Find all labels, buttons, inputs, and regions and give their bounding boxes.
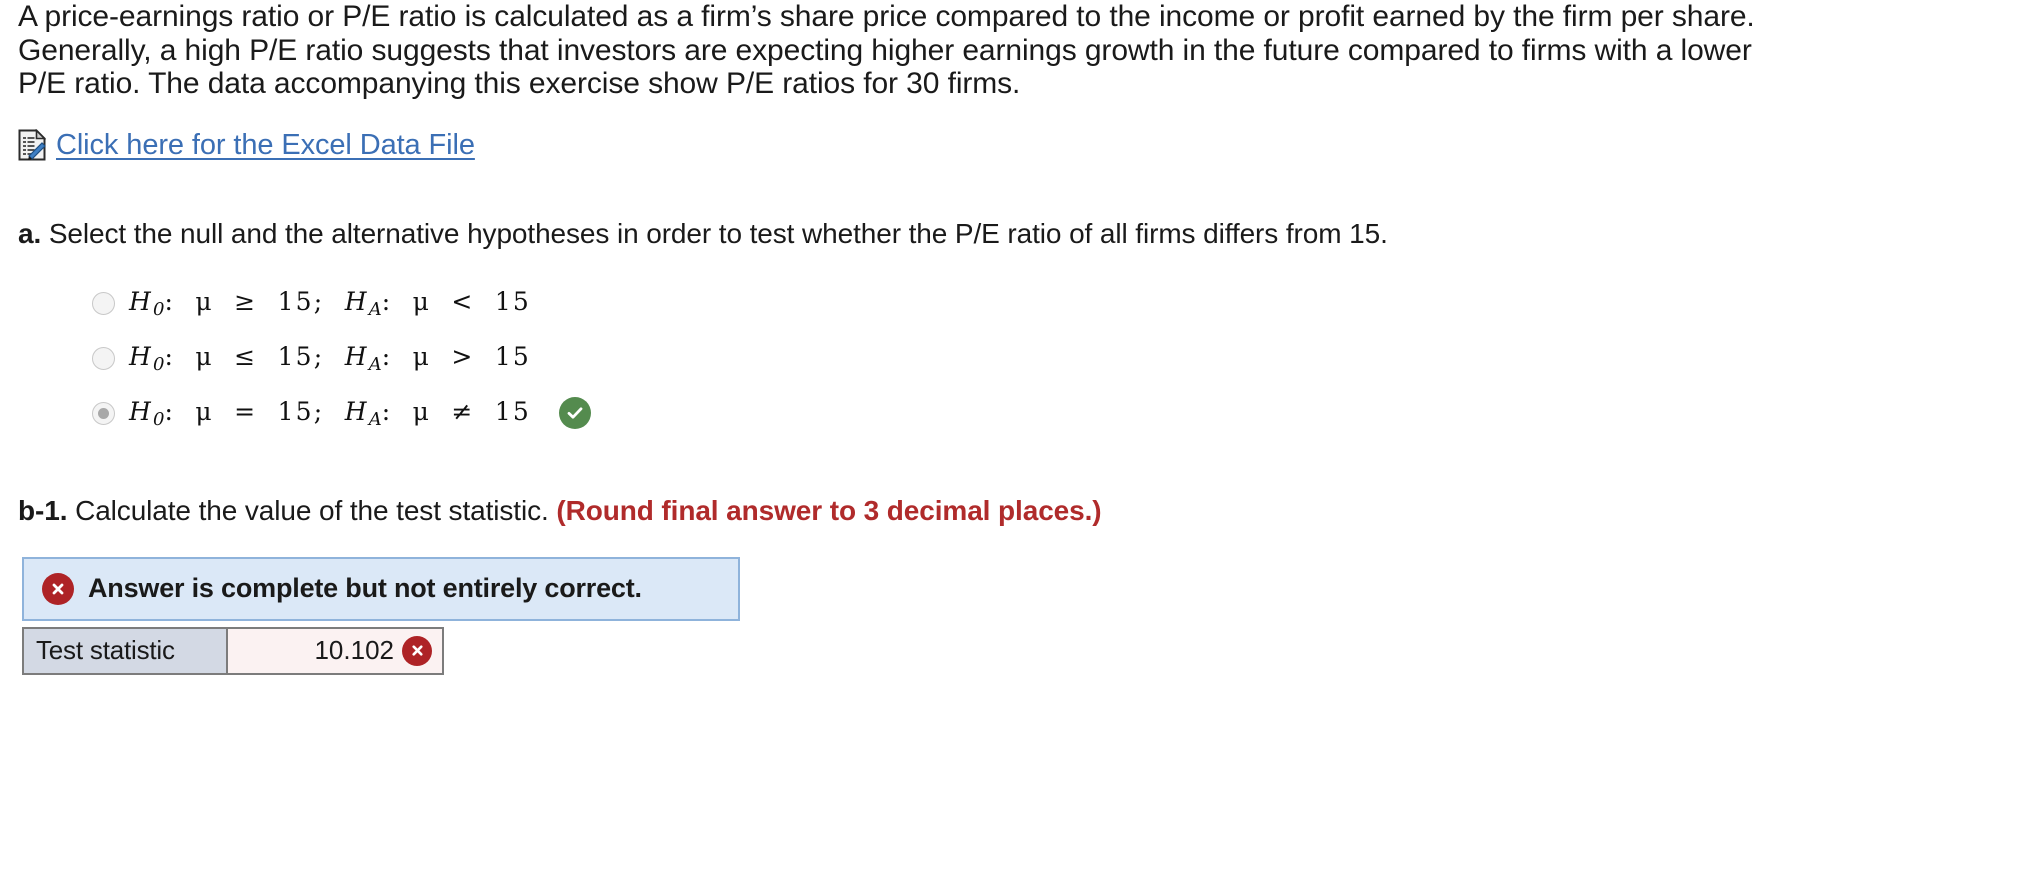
answer-status-text: Answer is complete but not entirely corr…: [88, 573, 642, 604]
hypothesis-option-2[interactable]: H0: μ ≤ 15; HA: μ > 15: [92, 331, 2000, 386]
incorrect-x-icon: [42, 572, 74, 605]
test-statistic-value: 10.102: [314, 635, 394, 666]
hypothesis-text-3: H0: μ = 15; HA: μ ≠ 15: [129, 397, 531, 430]
ha-subscript-2: A: [368, 353, 382, 375]
ha-symbol-2: H: [344, 341, 369, 371]
ha-symbol-1: H: [344, 286, 369, 316]
radio-option-2[interactable]: [92, 346, 115, 370]
correct-check-icon: [559, 397, 592, 430]
excel-data-file-row[interactable]: Click here for the Excel Data File: [18, 129, 2000, 162]
hypothesis-text-2: H0: μ ≤ 15; HA: μ > 15: [129, 342, 531, 375]
answer-status-banner: Answer is complete but not entirely corr…: [22, 556, 740, 621]
h0-symbol-2: H: [129, 341, 154, 371]
incorrect-x-icon: [402, 635, 432, 666]
h0-body-1: : μ ≥ 15;: [164, 286, 345, 316]
test-statistic-value-wrap: 10.102: [229, 630, 432, 672]
h0-symbol-3: H: [129, 396, 154, 426]
h0-subscript-3: 0: [153, 408, 165, 430]
exercise-page: A price-earnings ratio or P/E ratio is c…: [0, 0, 2018, 675]
h0-subscript-2: 0: [153, 353, 165, 375]
hypothesis-option-1[interactable]: H0: μ ≥ 15; HA: μ < 15: [92, 276, 2000, 331]
hypothesis-options-group: H0: μ ≥ 15; HA: μ < 15 H0: μ ≤ 15; HA: μ…: [18, 276, 2000, 441]
radio-option-1[interactable]: [92, 291, 115, 315]
intro-line-3: P/E ratio. The data accompanying this ex…: [18, 67, 1021, 101]
ha-body-3: : μ ≠ 15: [381, 396, 532, 426]
h0-body-2: : μ ≤ 15;: [164, 341, 345, 371]
ha-body-2: : μ > 15: [381, 341, 532, 371]
intro-line-1: A price-earnings ratio or P/E ratio is c…: [18, 0, 1755, 33]
question-a-label: a.: [18, 217, 42, 249]
excel-data-file-link[interactable]: Click here for the Excel Data File: [56, 129, 475, 162]
hypothesis-option-3[interactable]: H0: μ = 15; HA: μ ≠ 15: [92, 386, 2000, 441]
ha-subscript-1: A: [368, 298, 382, 320]
question-a-prompt: Select the null and the alternative hypo…: [48, 217, 1388, 249]
ha-subscript-3: A: [368, 408, 382, 430]
table-row: Test statistic 10.102: [22, 626, 444, 675]
test-statistic-label: Test statistic: [22, 626, 228, 675]
question-b1-label: b-1.: [18, 494, 68, 526]
excel-document-icon: [18, 128, 47, 161]
rounding-instruction: (Round final answer to 3 decimal places.…: [556, 494, 1102, 526]
intro-paragraph: A price-earnings ratio or P/E ratio is c…: [18, 0, 1918, 101]
radio-option-3[interactable]: [92, 401, 115, 425]
question-b1: b-1. Calculate the value of the test sta…: [18, 495, 2000, 527]
h0-subscript-1: 0: [153, 298, 165, 320]
h0-symbol-1: H: [129, 286, 154, 316]
hypothesis-text-1: H0: μ ≥ 15; HA: μ < 15: [129, 287, 531, 320]
question-b1-prompt: Calculate the value of the test statisti…: [75, 494, 549, 526]
h0-body-3: : μ = 15;: [164, 396, 345, 426]
ha-body-1: : μ < 15: [381, 286, 532, 316]
answer-table: Test statistic 10.102: [22, 626, 444, 675]
ha-symbol-3: H: [344, 396, 369, 426]
intro-line-2: Generally, a high P/E ratio suggests tha…: [18, 33, 1752, 67]
question-a: a. Select the null and the alternative h…: [18, 218, 2000, 250]
test-statistic-value-cell[interactable]: 10.102: [226, 626, 444, 675]
